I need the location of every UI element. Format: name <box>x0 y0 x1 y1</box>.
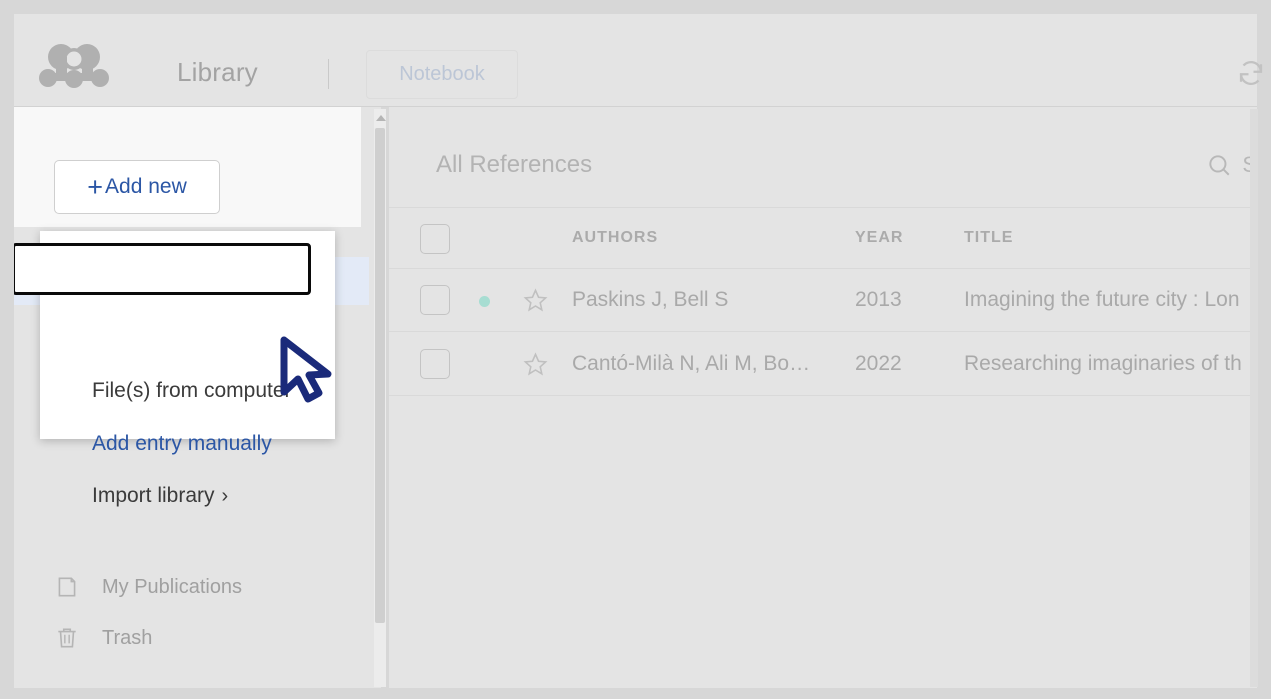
search-icon <box>1209 155 1230 176</box>
dropdown-item-import-library-label: Import library <box>92 484 215 507</box>
page-title: Library <box>177 57 258 87</box>
cell-title: Imagining the future city : Lon <box>964 288 1240 311</box>
references-table-header: AUTHORS YEAR TITLE <box>389 207 1257 269</box>
sidebar-item-trash[interactable]: Trash <box>28 617 152 659</box>
references-scrollbar[interactable] <box>1250 109 1258 687</box>
cell-authors: Cantó-Milà N, Ali M, Bo… <box>572 352 811 375</box>
sidebar-scrollbar-thumb[interactable] <box>375 128 385 623</box>
column-header-year[interactable]: YEAR <box>855 229 903 247</box>
cell-title: Researching imaginaries of th <box>964 352 1242 375</box>
add-new-section: + Add new <box>14 107 361 227</box>
sidebar: + Add new File(s) from computer Add entr… <box>14 107 381 688</box>
chevron-right-icon: › <box>221 485 229 507</box>
mendeley-app-window: Library Notebook + Add new File(s) from … <box>0 0 1271 699</box>
mendeley-logo-icon <box>39 44 109 88</box>
select-all-checkbox[interactable] <box>420 224 450 254</box>
scroll-up-arrow-icon[interactable] <box>376 115 386 121</box>
sidebar-item-my-publications[interactable]: My Publications <box>28 566 242 608</box>
column-header-title[interactable]: TITLE <box>964 229 1013 247</box>
table-row[interactable]: Paskins J, Bell S 2013 Imagining the fut… <box>389 268 1257 332</box>
table-row[interactable]: Cantó-Milà N, Ali M, Bo… 2022 Researchin… <box>389 332 1257 396</box>
cell-year: 2022 <box>855 352 902 375</box>
dropdown-item-add-entry-manually[interactable]: Add entry manually <box>92 432 272 456</box>
dropdown-item-file-from-computer[interactable] <box>14 243 311 295</box>
row-checkbox[interactable] <box>420 349 450 379</box>
dropdown-item-import-library[interactable]: Import library › <box>92 484 228 508</box>
cell-year: 2013 <box>855 288 902 311</box>
notebook-button[interactable]: Notebook <box>366 50 518 99</box>
column-header-authors[interactable]: AUTHORS <box>572 229 658 247</box>
favorite-star-icon[interactable] <box>522 287 549 314</box>
dropdown-item-file-from-computer-label: File(s) from computer <box>92 379 292 402</box>
publications-icon <box>58 577 76 597</box>
sidebar-item-my-publications-label: My Publications <box>102 575 243 598</box>
row-checkbox[interactable] <box>420 285 450 315</box>
unread-status-dot <box>479 296 490 307</box>
plus-icon: + <box>87 171 104 202</box>
header-divider <box>328 59 329 89</box>
sync-refresh-icon[interactable] <box>1236 58 1266 88</box>
references-title: All References <box>436 151 593 178</box>
add-new-label: Add new <box>105 175 187 198</box>
cell-authors: Paskins J, Bell S <box>572 288 729 311</box>
favorite-star-icon[interactable] <box>522 351 549 378</box>
add-new-button[interactable]: + Add new <box>54 160 220 214</box>
trash-icon <box>58 628 76 648</box>
sidebar-item-trash-label: Trash <box>102 626 153 649</box>
app-header: Library Notebook <box>14 14 1263 107</box>
references-panel: All References S AUTHORS YEAR TITLE Pask… <box>389 107 1257 688</box>
